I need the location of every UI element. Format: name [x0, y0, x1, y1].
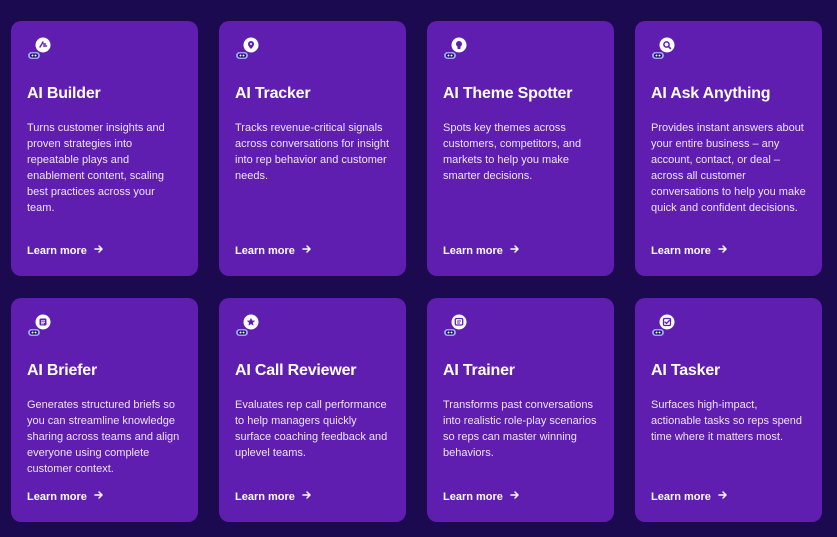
learn-more-link[interactable]: Learn more: [235, 244, 312, 257]
card-title: AI Ask Anything: [651, 85, 771, 102]
card-description: Evaluates rep call performance to help m…: [235, 399, 388, 459]
arrow-right-icon: [718, 490, 728, 503]
builder-icon: [27, 37, 53, 63]
learn-more-link[interactable]: Learn more: [651, 244, 728, 257]
card-title: AI Briefer: [27, 362, 98, 379]
arrow-right-icon: [302, 244, 312, 257]
card-ai-tracker[interactable]: AI Tracker Tracks revenue-critical signa…: [219, 21, 406, 276]
chat-icon: [443, 314, 469, 340]
arrow-right-icon: [94, 244, 104, 257]
card-description: Transforms past conversations into reali…: [443, 399, 597, 459]
card-title: AI Theme Spotter: [443, 85, 573, 102]
learn-more-label: Learn more: [27, 244, 87, 257]
star-icon: [235, 314, 261, 340]
learn-more-link[interactable]: Learn more: [235, 490, 312, 503]
card-description: Spots key themes across customers, compe…: [443, 122, 582, 182]
learn-more-label: Learn more: [235, 244, 295, 257]
learn-more-link[interactable]: Learn more: [27, 490, 104, 503]
learn-more-link[interactable]: Learn more: [443, 244, 520, 257]
arrow-right-icon: [510, 490, 520, 503]
learn-more-link[interactable]: Learn more: [443, 490, 520, 503]
learn-more-label: Learn more: [443, 244, 503, 257]
card-ai-theme-spotter[interactable]: AI Theme Spotter Spots key themes across…: [427, 21, 614, 276]
task-check-icon: [651, 314, 677, 340]
agents-grid: AI Builder Turns customer insights and p…: [11, 21, 823, 522]
search-icon: [651, 37, 677, 63]
card-title: AI Call Reviewer: [235, 362, 357, 379]
learn-more-label: Learn more: [651, 490, 711, 503]
learn-more-label: Learn more: [651, 244, 711, 257]
card-ai-trainer[interactable]: AI Trainer Transforms past conversations…: [427, 298, 614, 522]
card-description: Provides instant answers about your enti…: [651, 122, 806, 214]
card-description: Tracks revenue-critical signals across c…: [235, 122, 390, 182]
card-title: AI Tasker: [651, 362, 721, 379]
card-ai-briefer[interactable]: AI Briefer Generates structured briefs s…: [11, 298, 198, 522]
card-title: AI Tracker: [235, 85, 311, 102]
learn-more-link[interactable]: Learn more: [27, 244, 104, 257]
arrow-right-icon: [510, 244, 520, 257]
card-description: Generates structured briefs so you can s…: [27, 399, 180, 475]
tracker-icon: [235, 37, 261, 63]
lightbulb-icon: [443, 37, 469, 63]
learn-more-label: Learn more: [235, 490, 295, 503]
learn-more-label: Learn more: [443, 490, 503, 503]
arrow-right-icon: [94, 490, 104, 503]
card-ai-ask-anything[interactable]: AI Ask Anything Provides instant answers…: [635, 21, 822, 276]
card-ai-call-reviewer[interactable]: AI Call Reviewer Evaluates rep call perf…: [219, 298, 406, 522]
learn-more-label: Learn more: [27, 490, 87, 503]
card-ai-builder[interactable]: AI Builder Turns customer insights and p…: [11, 21, 198, 276]
card-description: Surfaces high-impact, actionable tasks s…: [651, 399, 803, 443]
card-title: AI Builder: [27, 85, 101, 102]
document-icon: [27, 314, 53, 340]
card-description: Turns customer insights and proven strat…: [27, 122, 165, 214]
learn-more-link[interactable]: Learn more: [651, 490, 728, 503]
card-title: AI Trainer: [443, 362, 515, 379]
arrow-right-icon: [302, 490, 312, 503]
card-ai-tasker[interactable]: AI Tasker Surfaces high-impact, actionab…: [635, 298, 822, 522]
arrow-right-icon: [718, 244, 728, 257]
